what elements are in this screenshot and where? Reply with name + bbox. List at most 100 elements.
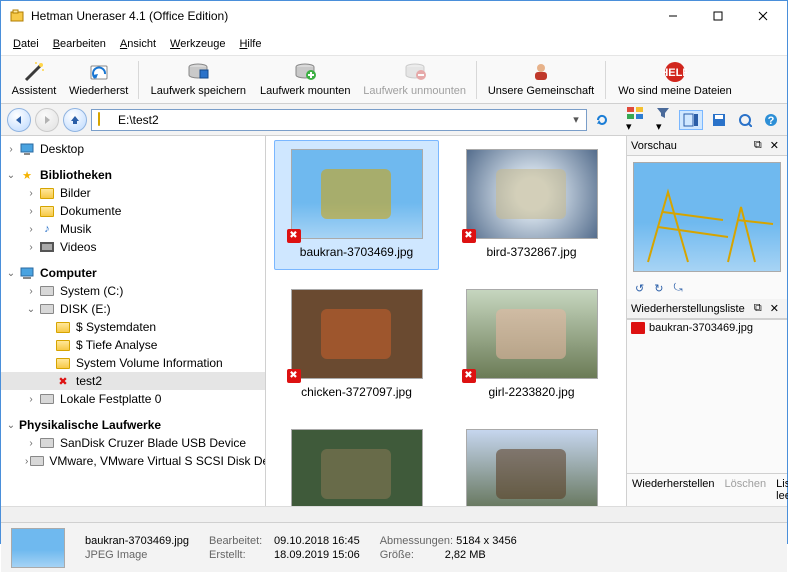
undock-icon[interactable]: ⧉	[750, 139, 766, 152]
menu-view[interactable]: Ansicht	[114, 33, 162, 53]
file-tile[interactable]: bird-3732867.jpg	[449, 140, 614, 270]
tree-documents[interactable]: ›Dokumente	[1, 202, 265, 220]
tree-local0[interactable]: ›Lokale Festplatte 0	[1, 390, 265, 408]
tree-system-c[interactable]: ›System (C:)	[1, 282, 265, 300]
save-button[interactable]	[709, 111, 729, 129]
tree-deep[interactable]: $ Tiefe Analyse	[1, 336, 265, 354]
where-files-button[interactable]: HELP Wo sind meine Dateien	[610, 58, 740, 102]
file-name: bird-3732867.jpg	[486, 245, 576, 259]
deleted-file-icon	[631, 322, 645, 334]
file-name: baukran-3703469.jpg	[300, 245, 413, 259]
flip-icon[interactable]: ⤿	[673, 282, 682, 295]
thumbnail-image	[466, 289, 598, 379]
recovery-list-header: Wiederherstellungsliste	[631, 303, 750, 315]
close-button[interactable]	[740, 2, 785, 30]
rotate-right-icon[interactable]: ↻	[654, 282, 663, 295]
svg-text:?: ?	[768, 115, 775, 127]
filter-button[interactable]: ▾	[653, 104, 673, 135]
deleted-badge-icon	[287, 369, 301, 383]
deleted-badge-icon	[462, 229, 476, 243]
tree-svi[interactable]: System Volume Information	[1, 354, 265, 372]
community-button[interactable]: Unsere Gemeinschaft	[481, 58, 601, 102]
options-button[interactable]	[735, 111, 755, 129]
status-filetype: JPEG Image	[85, 549, 189, 561]
svg-text:HELP: HELP	[663, 67, 687, 79]
up-button[interactable]	[63, 108, 87, 132]
unmount-drive-button: Laufwerk unmounten	[357, 58, 472, 102]
tree-videos[interactable]: ›Videos	[1, 238, 265, 256]
file-tile[interactable]	[274, 420, 439, 506]
community-icon	[529, 60, 553, 84]
minimize-button[interactable]	[650, 2, 695, 30]
preview-header: Vorschau	[631, 140, 750, 152]
delete-list-button: Löschen	[720, 474, 772, 506]
recover-icon	[87, 60, 111, 84]
preview-pane	[627, 156, 787, 278]
refresh-button[interactable]	[591, 110, 613, 130]
nav-bar: ▾ ▾ ▾ ?	[1, 104, 787, 136]
video-icon	[39, 240, 55, 254]
hscroll[interactable]	[1, 506, 787, 522]
tree-sandisk[interactable]: ›SanDisk Cruzer Blade USB Device	[1, 434, 265, 452]
help-icon: HELP	[663, 60, 687, 84]
save-drive-button[interactable]: Laufwerk speichern	[143, 58, 253, 102]
tree-desktop[interactable]: ›Desktop	[1, 140, 265, 158]
address-bar[interactable]: ▾	[91, 109, 587, 131]
back-button[interactable]	[7, 108, 31, 132]
forward-button	[35, 108, 59, 132]
file-tile[interactable]: baukran-3703469.jpg	[274, 140, 439, 270]
tree-vmware[interactable]: ›VMware, VMware Virtual S SCSI Disk Devi…	[1, 452, 265, 470]
status-filename: baukran-3703469.jpg	[85, 535, 189, 547]
window-title: Hetman Uneraser 4.1 (Office Edition)	[31, 9, 650, 23]
address-dropdown[interactable]: ▾	[568, 113, 584, 126]
folder-tree[interactable]: ›Desktop ⌄★Bibliotheken ›Bilder ›Dokumen…	[1, 136, 266, 506]
recovery-item[interactable]: baukran-3703469.jpg	[627, 320, 787, 336]
maximize-button[interactable]	[695, 2, 740, 30]
tree-libraries[interactable]: ⌄★Bibliotheken	[1, 166, 265, 184]
close-panel-icon[interactable]: ✕	[766, 302, 783, 315]
thumbnail-image	[466, 149, 598, 239]
app-icon	[9, 8, 25, 24]
file-name: girl-2233820.jpg	[488, 385, 574, 399]
close-panel-icon[interactable]: ✕	[766, 139, 783, 152]
thumbnail-image	[466, 429, 598, 506]
clear-list-button[interactable]: Liste leeren	[771, 474, 788, 506]
menu-help[interactable]: Hilfe	[233, 33, 267, 53]
recover-button[interactable]: Wiederherst	[63, 58, 134, 102]
wand-icon	[22, 60, 46, 84]
recovery-list[interactable]: baukran-3703469.jpg	[627, 319, 787, 473]
preview-image	[633, 162, 781, 272]
menu-file[interactable]: Datei	[7, 33, 45, 53]
tree-music[interactable]: ›♪Musik	[1, 220, 265, 238]
file-tile[interactable]: chicken-3727097.jpg	[274, 280, 439, 410]
file-tile[interactable]	[449, 420, 614, 506]
folder-icon	[98, 113, 114, 127]
thumbnail-image	[291, 429, 423, 506]
tree-pictures[interactable]: ›Bilder	[1, 184, 265, 202]
tree-sysdata[interactable]: $ Systemdaten	[1, 318, 265, 336]
menu-tools[interactable]: Werkzeuge	[164, 33, 231, 53]
preview-panel-button[interactable]	[679, 110, 703, 130]
status-bar: baukran-3703469.jpg JPEG Image Bearbeite…	[1, 522, 787, 572]
deleted-badge-icon	[462, 369, 476, 383]
file-tile[interactable]: girl-2233820.jpg	[449, 280, 614, 410]
mount-drive-button[interactable]: Laufwerk mounten	[253, 58, 357, 102]
file-thumbnails[interactable]: baukran-3703469.jpg bird-3732867.jpg chi…	[266, 136, 627, 506]
tree-computer[interactable]: ⌄Computer	[1, 264, 265, 282]
drive-save-icon	[186, 60, 210, 84]
view-mode-button[interactable]: ▾	[623, 104, 647, 135]
rotate-left-icon[interactable]: ↺	[635, 282, 644, 295]
tree-test2[interactable]: ✖test2	[1, 372, 265, 390]
menu-edit[interactable]: Bearbeiten	[47, 33, 112, 53]
title-bar: Hetman Uneraser 4.1 (Office Edition)	[1, 1, 787, 31]
help-button[interactable]: ?	[761, 111, 781, 129]
recover-list-button[interactable]: Wiederherstellen	[627, 474, 720, 506]
tree-disk-e[interactable]: ⌄DISK (E:)	[1, 300, 265, 318]
thumbnail-image	[291, 149, 423, 239]
assistant-button[interactable]: Assistent	[5, 58, 63, 102]
undock-icon[interactable]: ⧉	[750, 302, 766, 315]
side-panel: Vorschau ⧉ ✕ ↺ ↻ ⤿ Wiederherstellungslis…	[627, 136, 787, 506]
address-input[interactable]	[118, 113, 568, 127]
star-icon: ★	[19, 168, 35, 182]
tree-physical[interactable]: ⌄Physikalische Laufwerke	[1, 416, 265, 434]
